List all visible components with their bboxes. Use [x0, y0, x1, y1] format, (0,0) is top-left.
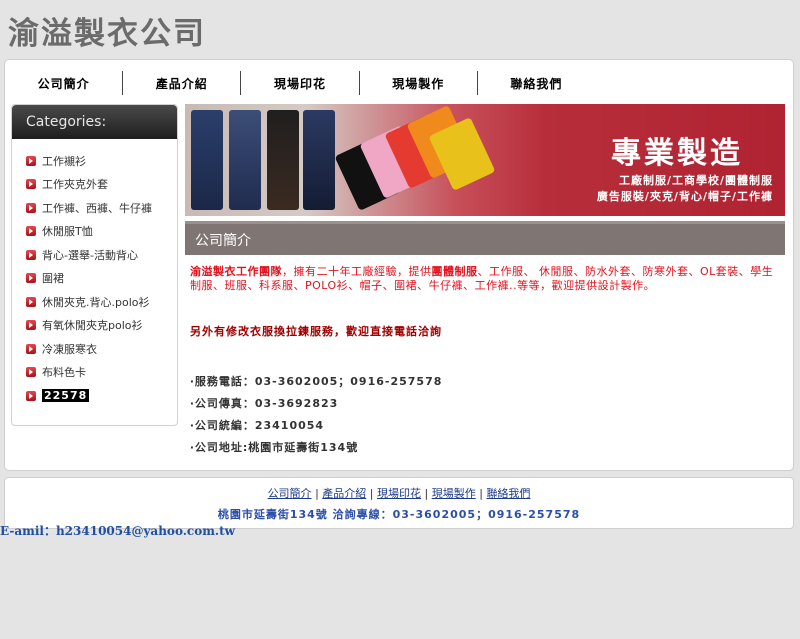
- top-nav: 公司簡介 產品介紹 現場印花 現場製作 聯絡我們: [5, 70, 595, 96]
- category-item[interactable]: 圍裙: [12, 267, 177, 291]
- category-item[interactable]: 工作襯衫: [12, 149, 177, 173]
- categories-sidebar: Categories: 工作襯衫 工作夾克外套 工作褲、西褲、牛仔褲 休閒服T恤…: [11, 104, 178, 426]
- bullet-arrow-icon: [26, 343, 36, 354]
- category-label[interactable]: 工作夾克外套: [42, 176, 108, 192]
- footer-link-production[interactable]: 現場製作: [432, 487, 476, 500]
- footer-links: 公司簡介 | 產品介紹 | 現場印花 | 現場製作 | 聯絡我們: [5, 485, 793, 501]
- category-item[interactable]: 22578: [12, 384, 177, 408]
- fax-line: ‧公司傳真：03-3692823: [190, 397, 339, 410]
- repair-service-note: 另外有修改衣服換拉鍊服務，歡迎直接電話洽詢: [190, 325, 442, 338]
- bullet-arrow-icon: [26, 249, 36, 260]
- bullet-arrow-icon: [26, 367, 36, 378]
- category-label[interactable]: 工作褲、西褲、牛仔褲: [42, 200, 152, 216]
- banner-subtitle-1: 工廠制服/工商學校/團體制服: [618, 174, 773, 187]
- category-item[interactable]: 工作夾克外套: [12, 173, 177, 197]
- bullet-arrow-icon: [26, 273, 36, 284]
- category-label[interactable]: 布料色卡: [42, 364, 86, 380]
- nav-item-production[interactable]: 現場製作: [360, 75, 477, 92]
- category-label[interactable]: 圍裙: [42, 270, 64, 286]
- footer-link-products[interactable]: 產品介紹: [322, 487, 366, 500]
- category-label[interactable]: 休閒服T恤: [42, 223, 93, 239]
- tax-id-line: ‧公司統編：23410054: [190, 419, 325, 432]
- jeans-image: [303, 110, 335, 210]
- banner-subtitle-2: 廣告服裝/夾克/背心/帽子/工作褲: [596, 190, 773, 203]
- jeans-image: [191, 110, 223, 210]
- nav-item-printing[interactable]: 現場印花: [241, 75, 358, 92]
- category-item[interactable]: 休閒夾克.背心.polo衫: [12, 290, 177, 314]
- bullet-arrow-icon: [26, 390, 36, 401]
- nav-item-about[interactable]: 公司簡介: [5, 75, 122, 92]
- nav-item-contact[interactable]: 聯絡我們: [478, 75, 595, 92]
- category-label[interactable]: 休閒夾克.背心.polo衫: [42, 294, 150, 310]
- hero-banner: 專業製造 工廠制服/工商學校/團體制服 廣告服裝/夾克/背心/帽子/工作褲: [185, 104, 785, 216]
- category-item[interactable]: 工作褲、西褲、牛仔褲: [12, 196, 177, 220]
- bullet-arrow-icon: [26, 179, 36, 190]
- intro-highlight: 團體制服: [431, 265, 478, 278]
- footer-separator: |: [479, 487, 483, 500]
- sidebar-title: Categories:: [12, 105, 177, 139]
- footer-separator: |: [424, 487, 429, 500]
- nav-item-products[interactable]: 產品介紹: [123, 75, 240, 92]
- category-item[interactable]: 布料色卡: [12, 361, 177, 385]
- footer-contact: 桃園市延壽街134號 洽詢專線：03-3602005；0916-257578: [217, 508, 581, 521]
- visitor-counter: 22578: [42, 389, 90, 403]
- bullet-arrow-icon: [26, 202, 36, 213]
- category-label[interactable]: 工作襯衫: [42, 153, 86, 169]
- category-item[interactable]: 有氧休閒夾克polo衫: [12, 314, 177, 338]
- footer-link-printing[interactable]: 現場印花: [377, 487, 421, 500]
- site-logo[interactable]: 渝溢製衣公司: [8, 8, 206, 53]
- category-item[interactable]: 休閒服T恤: [12, 220, 177, 244]
- phone-line: ‧服務電話：03-3602005；0916-257578: [190, 375, 443, 388]
- category-list: 工作襯衫 工作夾克外套 工作褲、西褲、牛仔褲 休閒服T恤 背心-選舉-活動背心 …: [12, 139, 177, 408]
- category-label[interactable]: 背心-選舉-活動背心: [42, 247, 138, 263]
- address-line: ‧公司地址:桃園市延壽街134號: [190, 441, 359, 454]
- footer-link-about[interactable]: 公司簡介: [268, 487, 312, 500]
- company-name: 渝溢製衣工作團隊: [190, 265, 282, 278]
- footer-link-contact[interactable]: 聯絡我們: [486, 487, 530, 500]
- jeans-image: [229, 110, 261, 210]
- category-item[interactable]: 冷凍服寒衣: [12, 337, 177, 361]
- banner-title: 專業製造: [611, 136, 743, 171]
- category-label[interactable]: 冷凍服寒衣: [42, 341, 97, 357]
- email-address: E-amil：h23410054@yahoo.com.tw: [0, 524, 235, 538]
- jeans-image: [267, 110, 299, 210]
- category-item[interactable]: 背心-選舉-活動背心: [12, 243, 177, 267]
- bullet-arrow-icon: [26, 226, 36, 237]
- intro-text: ，擁有二十年工廠經驗，提供: [282, 265, 432, 278]
- footer-separator: |: [369, 487, 374, 500]
- section-title: 公司簡介: [185, 221, 785, 255]
- main-panel: 公司簡介 產品介紹 現場印花 現場製作 聯絡我們 Categories: 工作襯…: [4, 59, 794, 471]
- bullet-arrow-icon: [26, 296, 36, 307]
- bullet-arrow-icon: [26, 320, 36, 331]
- bullet-arrow-icon: [26, 155, 36, 166]
- company-intro: 渝溢製衣工作團隊，擁有二十年工廠經驗，提供團體制服、工作服、 休閒服、防水外套、…: [190, 265, 780, 455]
- footer-separator: |: [315, 487, 319, 500]
- category-label[interactable]: 有氧休閒夾克polo衫: [42, 317, 143, 333]
- intro-paragraph: 渝溢製衣工作團隊，擁有二十年工廠經驗，提供團體制服、工作服、 休閒服、防水外套、…: [190, 265, 780, 293]
